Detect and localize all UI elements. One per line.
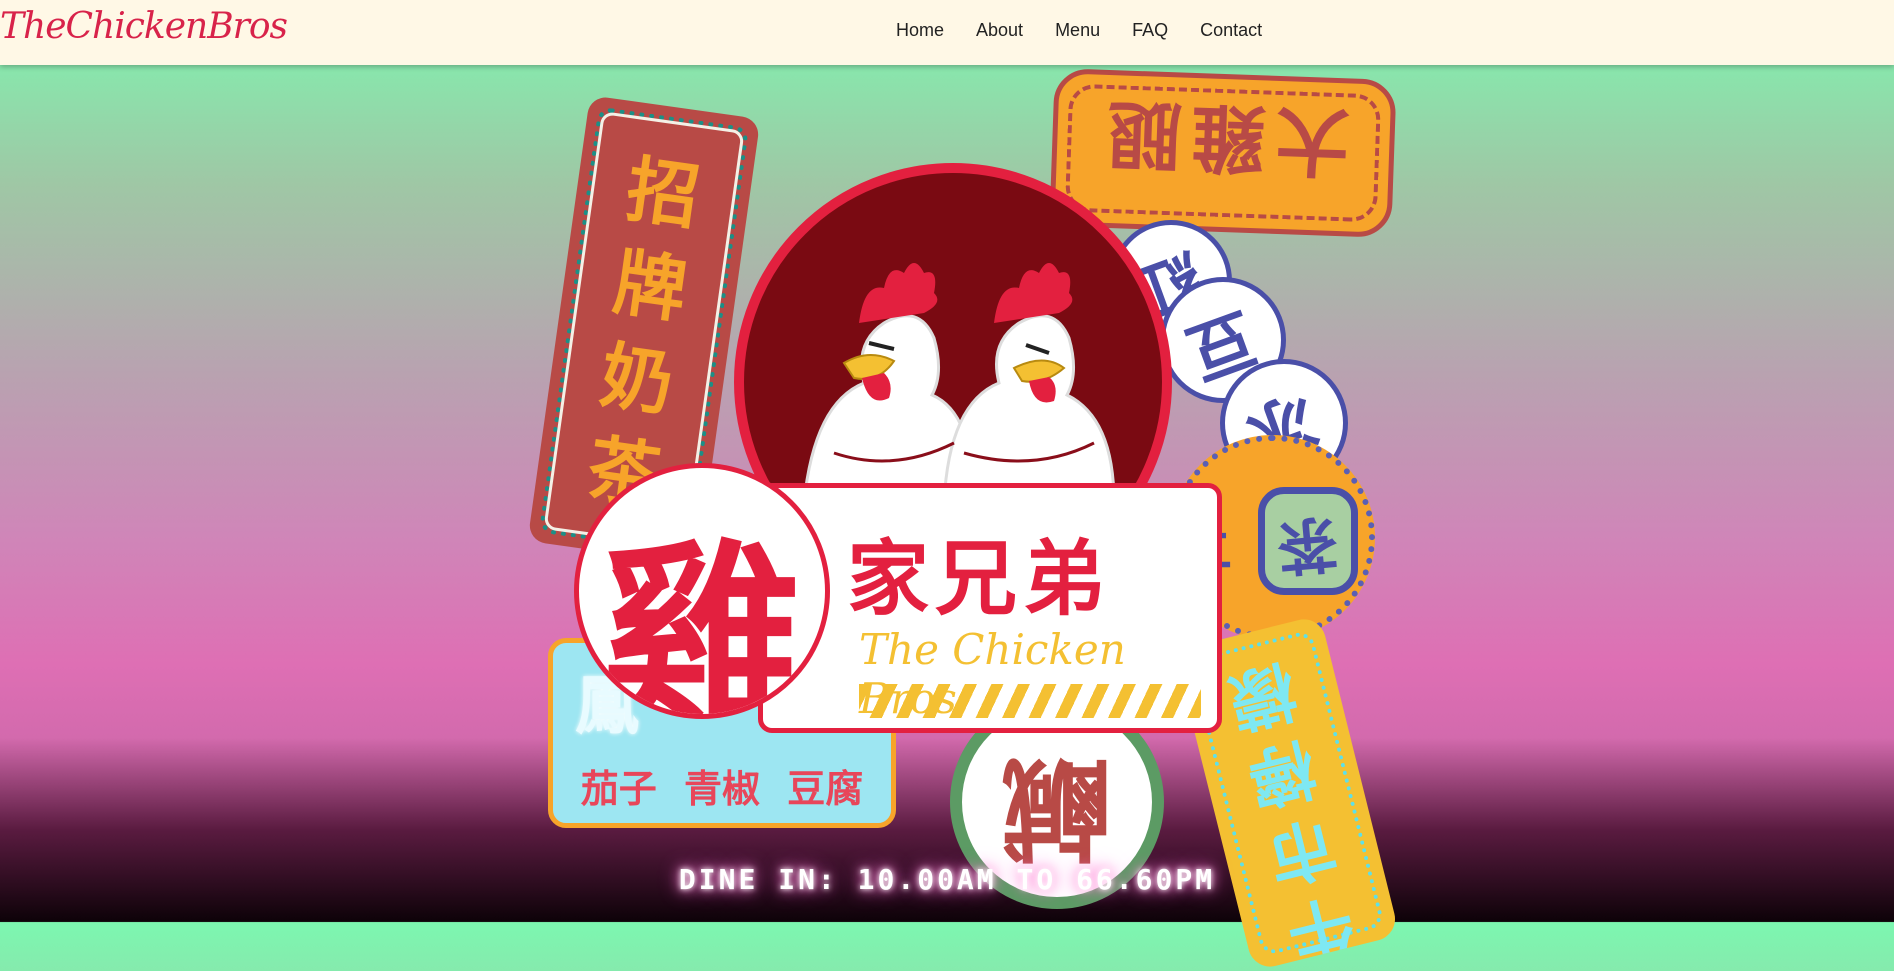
logo-big-char: 雞 (601, 523, 802, 719)
nav-about-link[interactable]: About (976, 20, 1023, 41)
nav-faq-link[interactable]: FAQ (1132, 20, 1168, 41)
tea-char: 茶 (1274, 506, 1341, 582)
logo-chinese-name: 家兄弟 (847, 532, 1112, 627)
logo-big-char-circle: 雞 (574, 463, 830, 719)
tea-tag: 茶 (1258, 487, 1358, 595)
nav-home-link[interactable]: Home (896, 20, 944, 41)
brand-logo-link[interactable]: TheChickenBros (0, 6, 288, 47)
logo-stripes (859, 684, 1201, 718)
nav-contact-link[interactable]: Contact (1200, 20, 1262, 41)
hero-section: 招 牌 奶 茶 大雞腿 紅 豆 冰 二 茶 鹹 牛 市 檸 檬 (0, 65, 1894, 971)
nav-menu-link[interactable]: Menu (1055, 20, 1100, 41)
dine-in-hours: DINE IN: 10.00AM TO 66.60PM (678, 863, 1216, 896)
nav-links: Home About Menu FAQ Contact (896, 20, 1294, 41)
navbar: TheChickenBros Home About Menu FAQ Conta… (0, 0, 1894, 65)
vegetables-text: 茄子 青椒 豆腐 (580, 767, 864, 811)
